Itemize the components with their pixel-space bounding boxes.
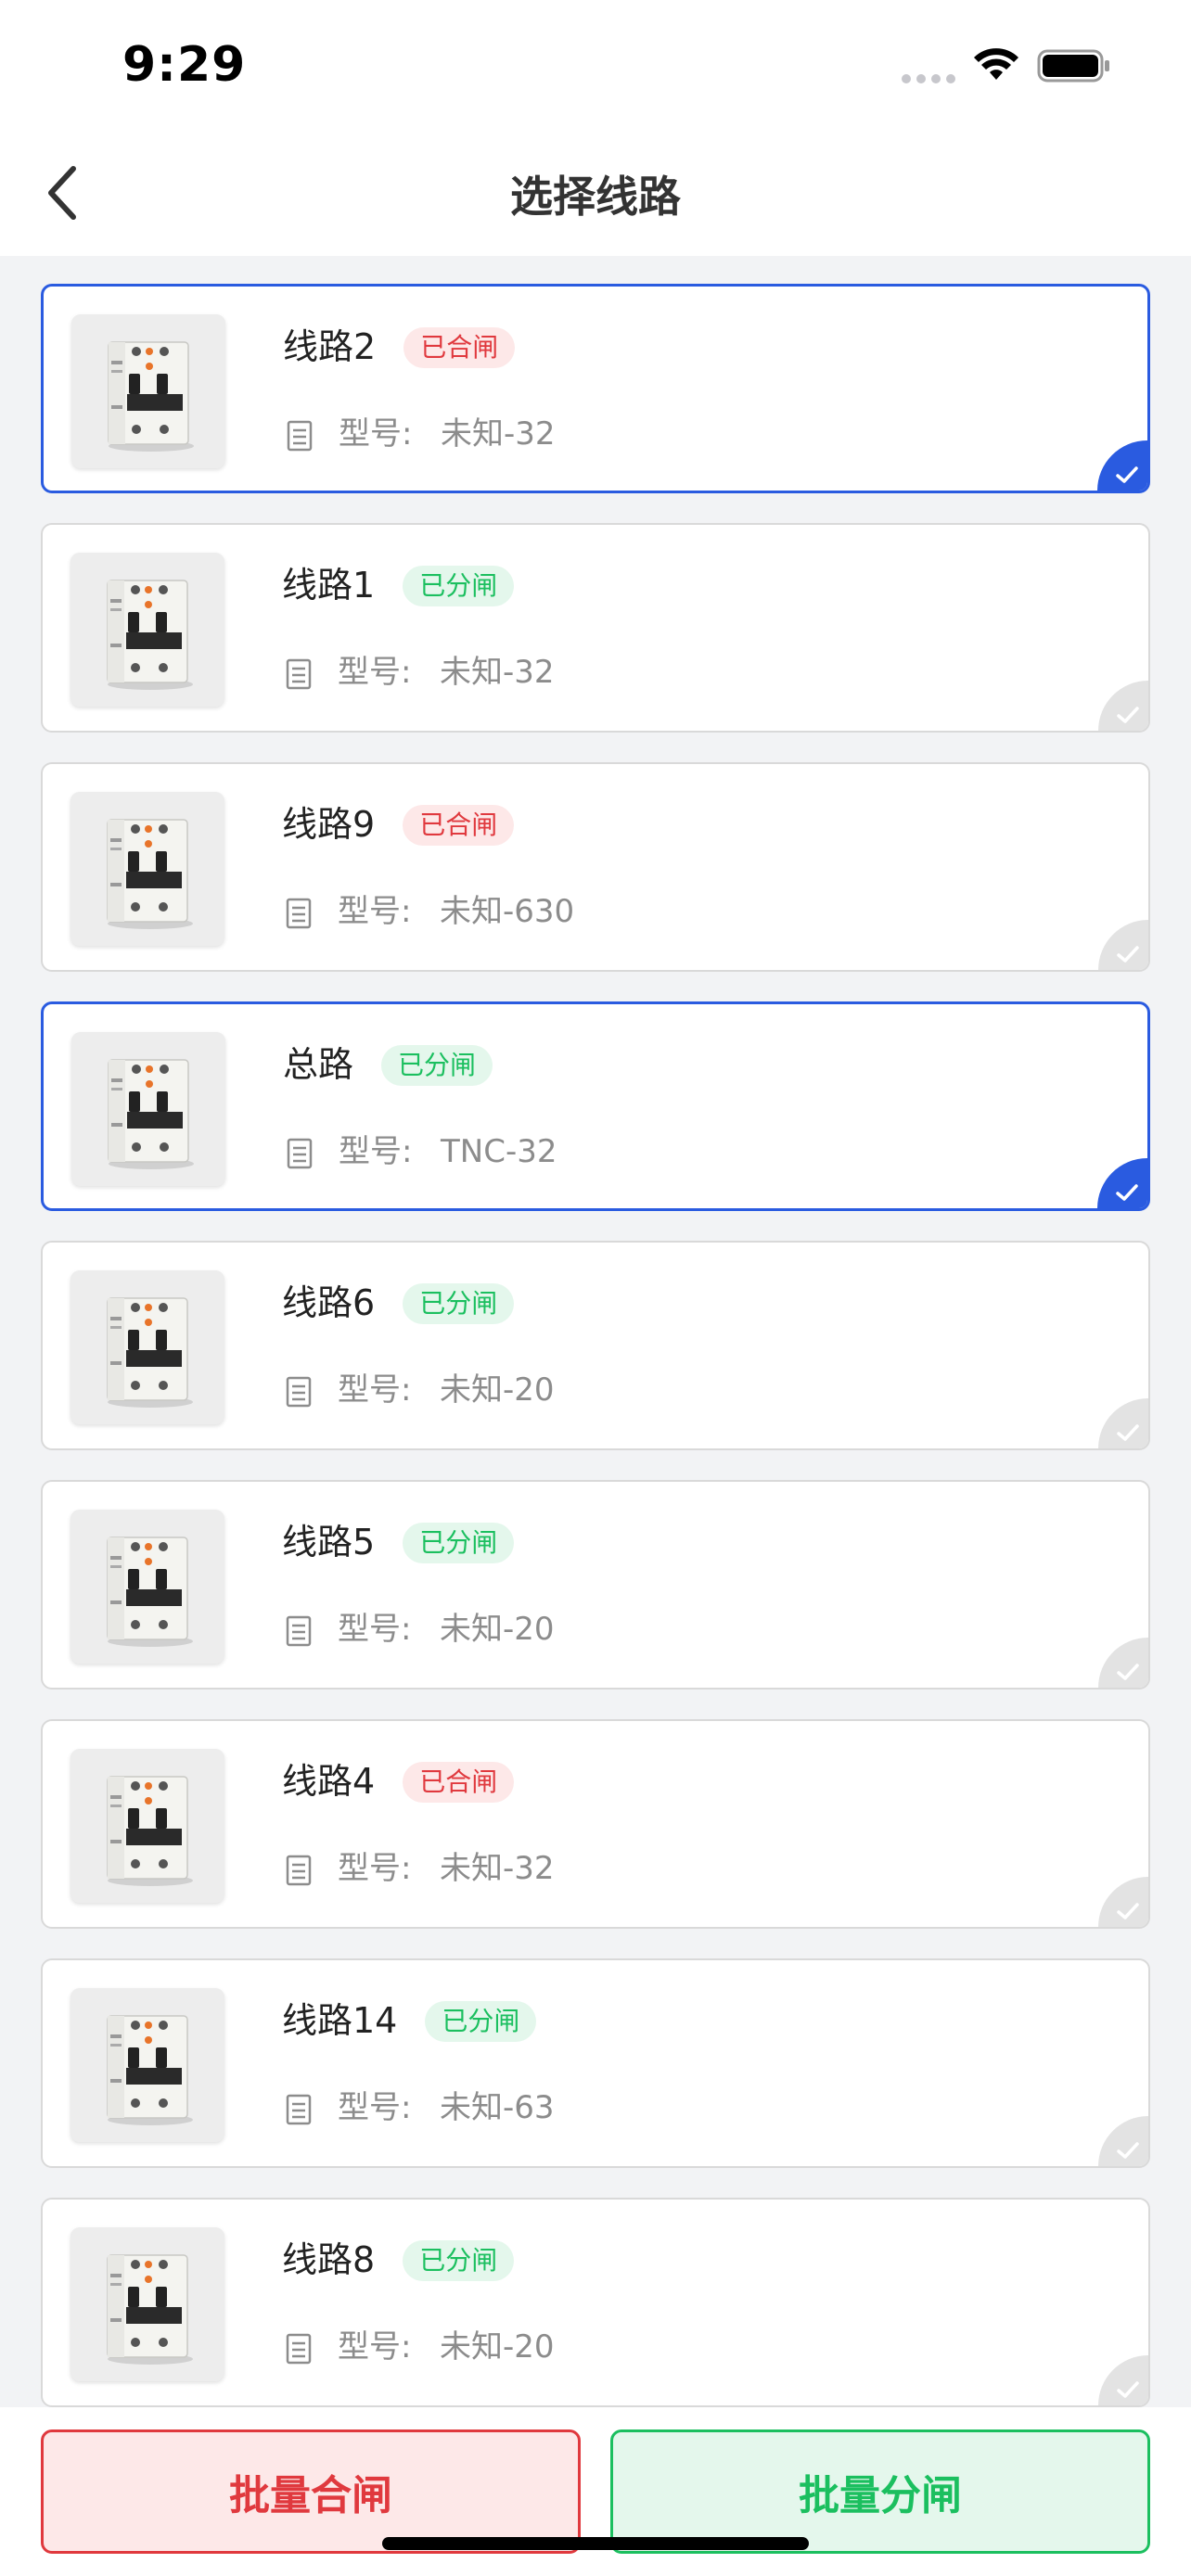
- model-label: 型号:: [338, 1371, 412, 1409]
- signal-icon: [902, 74, 955, 83]
- model-value: 未知-630: [440, 893, 575, 930]
- status-badge: 已合闸: [403, 1762, 515, 1803]
- circuit-name: 线路6: [282, 1282, 376, 1323]
- status-badge: 已分闸: [381, 1045, 493, 1086]
- model-value: TNC-32: [441, 1133, 557, 1170]
- circuit-name: 线路1: [282, 565, 376, 606]
- circuit-card[interactable]: 线路1 已分闸 型号: 未知-32: [41, 523, 1150, 733]
- breaker-image: [70, 1988, 224, 2142]
- circuit-name: 线路8: [282, 2239, 376, 2280]
- breaker-image: [70, 2227, 224, 2381]
- model-value: 未知-20: [440, 2328, 555, 2366]
- model-label: 型号:: [338, 2328, 412, 2366]
- nav-bar: 选择线路: [0, 130, 1191, 256]
- status-badge: 已合闸: [403, 805, 515, 846]
- model-value: 未知-32: [441, 415, 556, 453]
- status-time: 9:29: [122, 37, 247, 93]
- circuit-list: 线路2 已合闸 型号: 未知-32 线路1 已分闸 型号: 未知-32 线路9 …: [41, 284, 1150, 2437]
- checkmark-icon: [1098, 681, 1148, 731]
- circuit-card[interactable]: 线路5 已分闸 型号: 未知-20: [41, 1480, 1150, 1690]
- checkmark-icon: [1098, 2116, 1148, 2166]
- model-label: 型号:: [338, 1611, 412, 1648]
- breaker-image: [70, 1510, 224, 1664]
- bottom-action-bar: 批量合闸 批量分闸: [0, 2407, 1191, 2576]
- circuit-card[interactable]: 线路8 已分闸 型号: 未知-20: [41, 2198, 1150, 2407]
- breaker-image: [71, 1032, 225, 1186]
- circuit-card[interactable]: 线路6 已分闸 型号: 未知-20: [41, 1241, 1150, 1450]
- model-value: 未知-20: [440, 1611, 555, 1648]
- back-button[interactable]: [39, 163, 85, 223]
- page-title: 选择线路: [510, 172, 681, 222]
- status-badge: 已分闸: [425, 2001, 537, 2042]
- circuit-card[interactable]: 线路4 已合闸 型号: 未知-32: [41, 1719, 1150, 1929]
- circuit-card[interactable]: 线路14 已分闸 型号: 未知-63: [41, 1958, 1150, 2168]
- circuit-name: 线路4: [282, 1761, 376, 1802]
- document-icon: [286, 898, 312, 929]
- checkmark-icon: [1097, 440, 1147, 491]
- breaker-image: [70, 553, 224, 707]
- batch-open-button[interactable]: 批量分闸: [610, 2429, 1150, 2554]
- model-label: 型号:: [338, 2089, 412, 2126]
- status-badge: 已合闸: [403, 327, 516, 368]
- status-badge: 已分闸: [403, 1283, 515, 1324]
- model-value: 未知-32: [440, 1850, 555, 1887]
- document-icon: [286, 2094, 312, 2125]
- wifi-icon: [974, 48, 1018, 80]
- document-icon: [286, 1376, 312, 1408]
- checkmark-icon: [1098, 1877, 1148, 1927]
- model-value: 未知-20: [440, 1371, 555, 1409]
- battery-icon: [1037, 49, 1109, 83]
- checkmark-icon: [1098, 2355, 1148, 2405]
- circuit-name: 线路9: [282, 804, 376, 845]
- model-label: 型号:: [339, 415, 413, 453]
- circuit-name: 线路5: [282, 1522, 376, 1562]
- document-icon: [286, 1855, 312, 1886]
- home-indicator: [382, 2537, 809, 2550]
- checkmark-icon: [1098, 1398, 1148, 1448]
- circuit-name: 线路14: [282, 2000, 398, 2041]
- circuit-card[interactable]: 线路2 已合闸 型号: 未知-32: [41, 284, 1150, 493]
- breaker-image: [70, 792, 224, 946]
- model-value: 未知-32: [440, 654, 555, 691]
- status-bar: 9:29: [0, 0, 1191, 130]
- status-badge: 已分闸: [403, 1523, 515, 1563]
- document-icon: [287, 1138, 313, 1169]
- checkmark-icon: [1097, 1158, 1147, 1208]
- checkmark-icon: [1098, 1638, 1148, 1688]
- circuit-card[interactable]: 线路9 已合闸 型号: 未知-630: [41, 762, 1150, 972]
- breaker-image: [71, 314, 225, 468]
- status-badge: 已分闸: [403, 2240, 515, 2281]
- breaker-image: [70, 1270, 224, 1424]
- circuit-name: 线路2: [283, 326, 377, 367]
- circuit-name: 总路: [283, 1044, 354, 1085]
- model-label: 型号:: [339, 1133, 413, 1170]
- document-icon: [286, 658, 312, 690]
- status-badge: 已分闸: [403, 566, 515, 606]
- breaker-image: [70, 1749, 224, 1903]
- batch-close-button[interactable]: 批量合闸: [41, 2429, 581, 2554]
- model-label: 型号:: [338, 1850, 412, 1887]
- model-label: 型号:: [338, 893, 412, 930]
- model-value: 未知-63: [440, 2089, 555, 2126]
- document-icon: [286, 2333, 312, 2365]
- model-label: 型号:: [338, 654, 412, 691]
- circuit-card[interactable]: 总路 已分闸 型号: TNC-32: [41, 1001, 1150, 1211]
- checkmark-icon: [1098, 920, 1148, 970]
- document-icon: [287, 420, 313, 452]
- document-icon: [286, 1615, 312, 1647]
- chevron-left-icon: [48, 166, 76, 220]
